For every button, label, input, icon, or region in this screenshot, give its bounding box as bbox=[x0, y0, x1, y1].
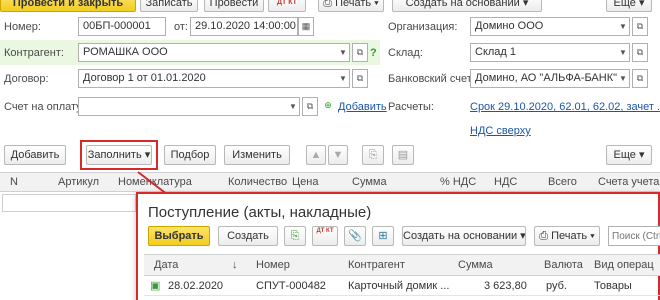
row-counterparty: Карточный домик ... bbox=[348, 280, 450, 292]
choose-button[interactable]: Выбрать bbox=[148, 226, 210, 246]
chevron-down-icon: ▾ bbox=[587, 230, 595, 242]
popup-title: Поступление (акты, накладные) bbox=[148, 204, 372, 221]
popup-column-currency: Валюта bbox=[544, 259, 583, 271]
create-based-popup-button[interactable]: Создать на основании ▾ bbox=[402, 226, 526, 246]
row-date: 28.02.2020 bbox=[168, 280, 224, 292]
popup-column-date: Дата bbox=[154, 259, 179, 271]
create-button[interactable]: Создать bbox=[218, 226, 278, 246]
print-popup-label: Печать bbox=[551, 230, 588, 242]
popup-column-operation: Вид операц bbox=[594, 259, 654, 271]
create-based-popup-label: Создать на основании bbox=[403, 230, 518, 242]
chevron-down-icon: ▾ bbox=[517, 230, 526, 242]
row-amount: 3 623,80 bbox=[484, 280, 527, 292]
posted-document-icon: ▣ bbox=[150, 280, 161, 292]
dt-kt-popup-button[interactable]: ДТ КТ bbox=[312, 226, 338, 246]
row-number: СПУТ-000482 bbox=[256, 280, 326, 292]
popup-column-counterparty: Контрагент bbox=[348, 259, 405, 271]
structure-icon[interactable]: ⊞ bbox=[372, 226, 394, 246]
popup-column-amount: Сумма bbox=[458, 259, 493, 271]
sort-desc-icon[interactable]: ↓ bbox=[232, 259, 238, 271]
row-currency: руб. bbox=[546, 280, 567, 292]
attach-icon[interactable]: 📎 bbox=[344, 226, 366, 246]
table-row[interactable]: ▣ 28.02.2020 СПУТ-000482 Карточный домик… bbox=[144, 276, 660, 296]
print-popup-button[interactable]: ⎙ Печать ▾ bbox=[534, 226, 600, 246]
documents-popup: Поступление (акты, накладные) Выбрать Со… bbox=[136, 192, 660, 300]
row-operation: Товары bbox=[594, 280, 632, 292]
printer-icon: ⎙ bbox=[539, 230, 552, 242]
popup-column-number: Номер bbox=[256, 259, 290, 271]
search-input[interactable] bbox=[608, 226, 660, 246]
copy-document-icon[interactable]: ⎘ bbox=[284, 226, 306, 246]
